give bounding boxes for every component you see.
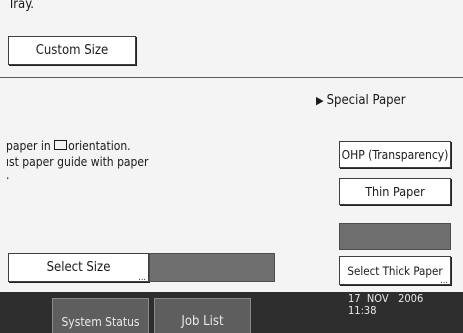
instruction-text-pre: paper in: [6, 139, 55, 153]
selected-size-display: [149, 253, 275, 282]
ohp-transparency-label: OHP (Transparency): [341, 147, 449, 162]
instruction-line-2: ıst paper guide with paper: [6, 155, 149, 169]
custom-size-button[interactable]: Custom Size: [8, 36, 136, 65]
more-options-indicator: ...: [138, 273, 146, 283]
more-options-indicator: ...: [440, 276, 448, 286]
select-thick-paper-button[interactable]: Select Thick Paper ...: [339, 256, 451, 286]
time-text: 11:38: [348, 304, 377, 317]
tray-text: Tray.: [8, 0, 34, 12]
special-paper-label: Special Paper: [326, 93, 406, 108]
thin-paper-button[interactable]: Thin Paper: [339, 178, 451, 205]
system-status-label: System Status: [61, 315, 140, 329]
copier-paper-settings-screen: Tray. Custom Size ▶ Special Paper paper i…: [0, 0, 463, 333]
thin-paper-label: Thin Paper: [365, 184, 425, 199]
job-list-tab[interactable]: Job List: [154, 298, 251, 333]
select-size-button[interactable]: Select Size ...: [8, 253, 149, 283]
status-bar: System Status Job List 17 NOV 2006 11:38: [0, 292, 463, 333]
section-divider: [0, 77, 463, 78]
job-list-label: Job List: [181, 314, 224, 329]
instruction-line-3: .: [6, 168, 10, 182]
ohp-transparency-button[interactable]: OHP (Transparency): [339, 141, 451, 168]
select-thick-paper-label: Select Thick Paper: [347, 263, 443, 278]
custom-size-label: Custom Size: [35, 43, 109, 58]
date-time-display: 17 NOV 2006 11:38: [348, 293, 423, 317]
select-size-label: Select Size: [46, 260, 111, 275]
instruction-text-post: orientation.: [68, 139, 131, 153]
system-status-tab[interactable]: System Status: [52, 298, 149, 333]
instruction-line-1: paper in orientation.: [6, 139, 131, 153]
blank-paper-option-button[interactable]: [339, 223, 451, 250]
paper-orientation-icon: [54, 140, 68, 150]
special-paper-heading: ▶ Special Paper: [316, 93, 406, 108]
triangle-right-icon: ▶: [316, 94, 324, 107]
